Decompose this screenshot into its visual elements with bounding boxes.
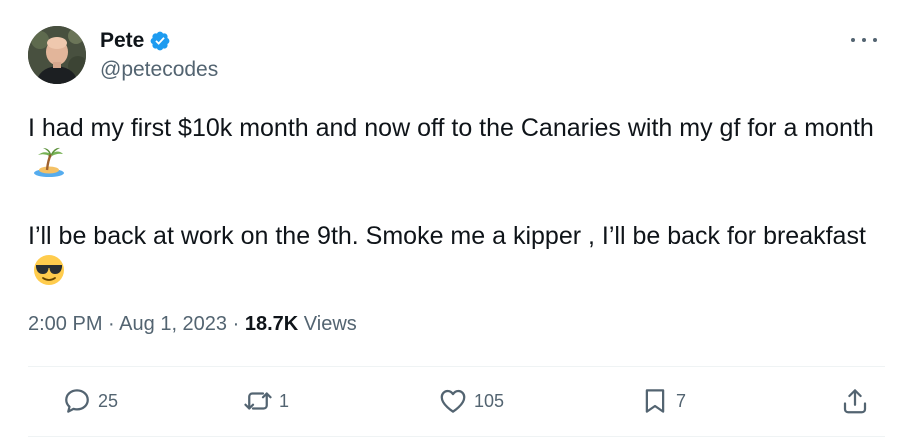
tweet-time: 2:00 PM — [28, 313, 103, 335]
more-dot — [873, 38, 877, 42]
views-count: 18.7K — [244, 313, 299, 335]
meta-separator: · — [232, 313, 240, 335]
share-button[interactable] — [840, 385, 870, 417]
tweet-date: Aug 1, 2023 — [119, 313, 228, 335]
bookmark-icon — [645, 389, 665, 413]
desert-island-emoji — [34, 147, 64, 177]
repost-button[interactable]: 1 — [243, 385, 289, 417]
like-button[interactable]: 105 — [438, 385, 504, 417]
tweet-paragraph-2: I’ll be back at work on the 9th. Smoke m… — [28, 218, 878, 290]
author-display-name[interactable]: Pete — [100, 29, 144, 53]
author-name-row: Pete — [100, 28, 171, 54]
more-dot — [862, 38, 866, 42]
author-handle[interactable]: @petecodes — [100, 58, 218, 82]
like-count: 105 — [474, 390, 505, 411]
views-link[interactable]: 18.7K Views — [245, 313, 357, 335]
more-dot — [851, 38, 855, 42]
bookmark-button[interactable]: 7 — [640, 385, 686, 417]
reply-icon — [65, 389, 89, 413]
divider — [28, 366, 885, 367]
bookmark-count: 7 — [676, 390, 687, 411]
tweet-meta: 2:00 PM · Aug 1, 2023 · 18.7K Views — [28, 313, 357, 336]
reply-button[interactable]: 25 — [62, 385, 118, 417]
verified-badge-icon[interactable] — [149, 30, 171, 52]
reply-count: 25 — [98, 390, 119, 411]
share-icon — [843, 389, 867, 414]
tweet-paragraph-1: I had my first $10k month and now off to… — [28, 110, 878, 182]
heart-icon — [440, 389, 466, 413]
meta-separator: · — [108, 313, 115, 335]
tweet-timestamp[interactable]: 2:00 PM · Aug 1, 2023 — [28, 313, 227, 335]
repost-count: 1 — [279, 390, 290, 411]
tweet-paragraph-text: I had my first $10k month and now off to… — [28, 114, 874, 142]
sunglasses-face-emoji — [34, 255, 64, 285]
views-label: Views — [303, 313, 357, 335]
more-options-icon[interactable] — [851, 30, 877, 50]
repost-icon — [244, 392, 272, 410]
tweet-text: I had my first $10k month and now off to… — [28, 110, 878, 290]
avatar[interactable] — [28, 26, 86, 84]
tweet-paragraph-text: I’ll be back at work on the 9th. Smoke m… — [28, 222, 866, 250]
divider — [28, 436, 885, 437]
avatar-image — [28, 26, 86, 84]
tweet-card: Pete @petecodes I had my first $10k mont… — [0, 0, 913, 439]
